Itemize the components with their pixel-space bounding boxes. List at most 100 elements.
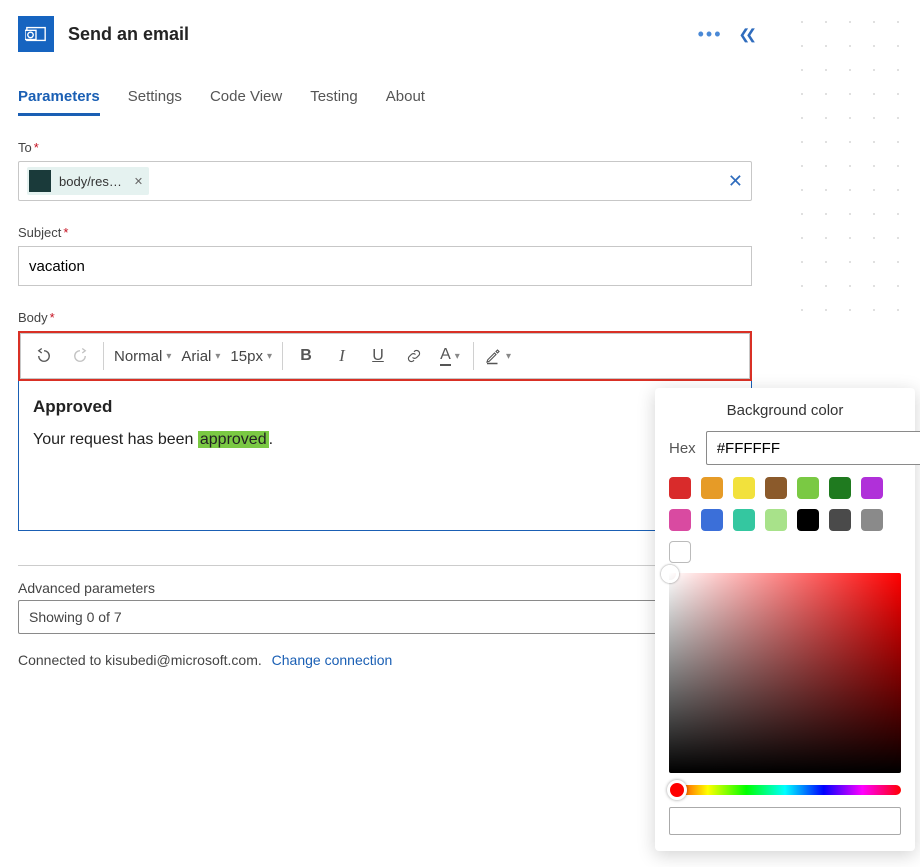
body-text: Your request has been [33,431,198,448]
body-highlighted-text: approved [198,431,269,448]
dynamic-content-icon [29,170,51,192]
toolbar-separator [103,342,104,370]
color-swatch[interactable] [829,509,851,531]
body-text: . [269,431,273,448]
chevron-down-icon: ▾ [215,351,220,362]
body-label: Body* [18,310,752,325]
underline-button[interactable]: U [361,339,395,373]
advanced-parameters-label: Advanced parameters [18,580,752,596]
font-label: Arial [181,348,211,365]
to-label-text: To [18,140,32,155]
section-divider [18,565,752,566]
chip-remove-icon[interactable]: ✕ [134,175,143,188]
toolbar-separator [282,342,283,370]
undo-icon [35,347,53,365]
subject-label-text: Subject [18,225,61,240]
color-swatch[interactable] [797,477,819,499]
color-swatch[interactable] [669,477,691,499]
subject-input[interactable] [18,246,752,286]
advanced-selected-text: Showing 0 of 7 [29,609,122,625]
gradient-cursor[interactable] [661,565,679,583]
highlight-icon [484,347,502,365]
italic-button[interactable]: I [325,339,359,373]
color-gradient[interactable] [669,573,901,773]
subject-label: Subject* [18,225,752,240]
outlook-icon [18,16,54,52]
color-swatch[interactable] [733,509,755,531]
advanced-parameters-dropdown[interactable]: Showing 0 of 7 ▾ [18,600,681,634]
color-swatch[interactable] [701,509,723,531]
panel-header: Send an email ••• ❮❮ [18,16,752,52]
hue-slider[interactable] [669,785,901,795]
to-label: To* [18,140,752,155]
body-label-text: Body [18,310,48,325]
color-swatch[interactable] [701,477,723,499]
font-color-icon: A [440,346,451,366]
tab-bar: Parameters Settings Code View Testing Ab… [18,88,752,116]
body-editor[interactable]: Approved Your request has been approved. [18,381,752,531]
to-chip[interactable]: body/res… ✕ [27,167,149,195]
hex-row: Hex [669,431,901,465]
fontsize-dropdown[interactable]: 15px ▾ [226,339,276,373]
hex-input[interactable] [706,431,920,465]
change-connection-link[interactable]: Change connection [272,652,393,668]
required-asterisk: * [34,140,39,155]
color-popover-title: Background color [669,402,901,419]
color-swatch[interactable] [829,477,851,499]
undo-button[interactable] [27,339,61,373]
color-result-preview [669,807,901,835]
color-swatch[interactable] [669,509,691,531]
connection-text: Connected to kisubedi@microsoft.com. [18,652,262,668]
underline-icon: U [372,347,384,365]
toolbar-separator [473,342,474,370]
panel-title: Send an email [68,24,684,45]
redo-icon [71,347,89,365]
collapse-icon[interactable]: ❮❮ [739,26,752,43]
highlight-color-dropdown[interactable]: ▾ [480,339,515,373]
body-heading: Approved [33,397,737,417]
link-icon [405,347,423,365]
background-color-popover: Background color Hex [655,388,915,851]
color-swatch-none[interactable] [669,541,691,563]
fontsize-label: 15px [230,348,263,365]
body-paragraph: Your request has been approved. [33,431,737,449]
tab-code-view[interactable]: Code View [210,88,282,115]
tab-settings[interactable]: Settings [128,88,182,115]
color-swatch[interactable] [861,509,883,531]
to-field[interactable]: body/res… ✕ ✕ [18,161,752,201]
format-dropdown[interactable]: Normal ▾ [110,339,175,373]
color-swatches [669,477,901,563]
redo-button[interactable] [63,339,97,373]
format-label: Normal [114,348,162,365]
chip-label: body/res… [59,174,122,189]
more-menu-icon[interactable]: ••• [698,24,723,45]
advanced-parameters-row: Showing 0 of 7 ▾ Show all [18,600,752,634]
header-actions: ••• ❮❮ [698,24,752,45]
tab-about[interactable]: About [386,88,425,115]
bold-button[interactable]: B [289,339,323,373]
rich-text-toolbar: Normal▾ Arial▾ 15px▾ B I U A▾ ▾ [20,333,750,379]
italic-icon: I [339,346,345,366]
chevron-down-icon: ▾ [455,351,460,362]
canvas-dotgrid [780,0,920,320]
hex-label: Hex [669,440,696,457]
font-color-dropdown[interactable]: A▾ [433,339,467,373]
clear-to-icon[interactable]: ✕ [728,171,743,192]
color-swatch[interactable] [733,477,755,499]
required-asterisk: * [50,310,55,325]
tab-testing[interactable]: Testing [310,88,358,115]
chevron-down-icon: ▾ [506,351,511,362]
link-button[interactable] [397,339,431,373]
tab-parameters[interactable]: Parameters [18,88,100,116]
bold-icon: B [300,347,312,365]
color-swatch[interactable] [765,509,787,531]
chevron-down-icon: ▾ [267,351,272,362]
color-swatch[interactable] [797,509,819,531]
body-section-highlight: Normal▾ Arial▾ 15px▾ B I U A▾ ▾ [18,331,752,381]
hue-thumb[interactable] [667,780,687,800]
connection-info: Connected to kisubedi@microsoft.com. Cha… [18,652,752,668]
chevron-down-icon: ▾ [166,351,171,362]
font-dropdown[interactable]: Arial ▾ [177,339,224,373]
color-swatch[interactable] [765,477,787,499]
color-swatch[interactable] [861,477,883,499]
